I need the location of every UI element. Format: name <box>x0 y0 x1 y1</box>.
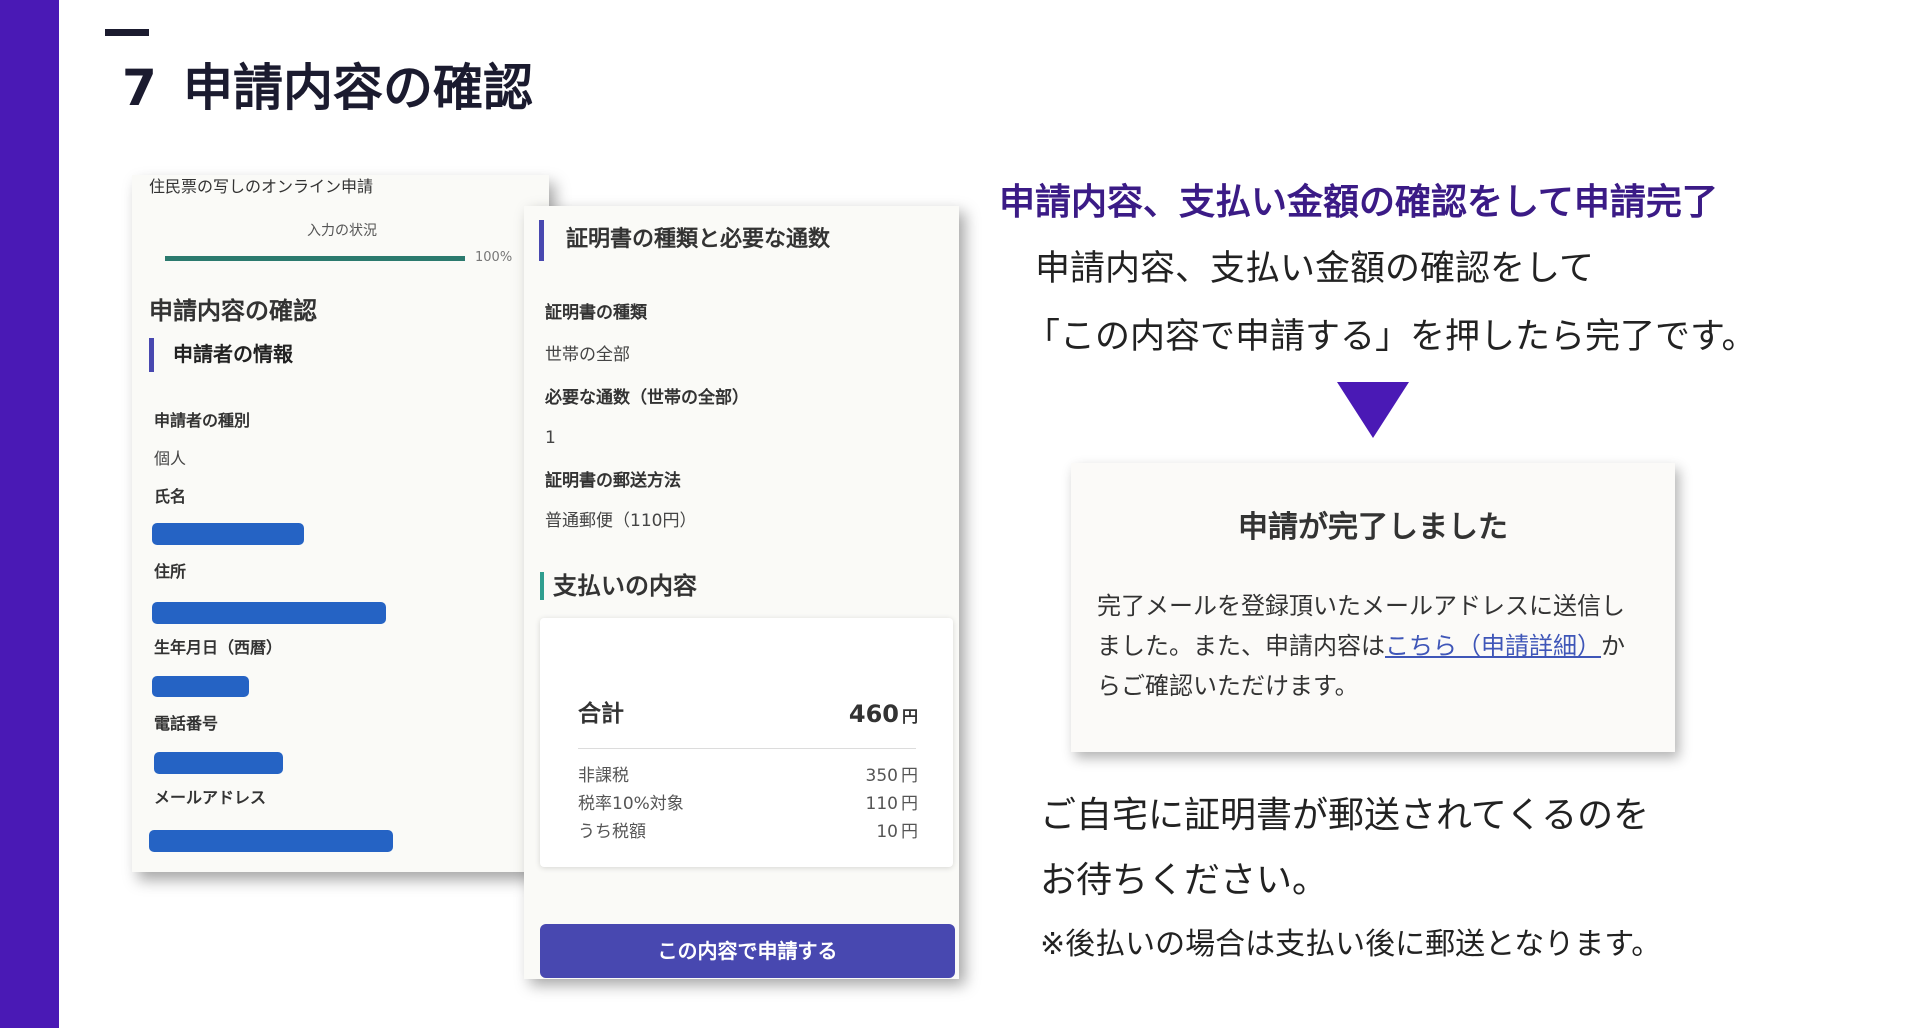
section-accent-bar <box>149 338 154 372</box>
progress-label: 入力の状況 <box>307 223 377 239</box>
breakdown-amount-value: 10 <box>876 822 898 842</box>
field-label-mail-method: 証明書の郵送方法 <box>545 471 681 491</box>
breakdown-label: うち税額 <box>578 822 646 842</box>
redacted-email <box>149 830 393 852</box>
explanation-line: 「この内容で申請する」を押したら完了です。 <box>1025 317 1757 357</box>
field-value-copies: 1 <box>545 428 556 448</box>
payment-accent-bar <box>540 572 544 600</box>
field-label-phone: 電話番号 <box>154 714 219 733</box>
down-triangle-icon <box>1337 382 1409 438</box>
breakdown-amount-unit: 円 <box>901 766 918 786</box>
breakdown-label: 非課税 <box>578 766 629 786</box>
completion-title: 申請が完了しました <box>1238 510 1508 545</box>
explanation-line: 申請内容、支払い金額の確認をして <box>1035 249 1594 289</box>
slide-number: 7 <box>122 59 157 117</box>
breakdown-amount-unit: 円 <box>901 794 918 814</box>
field-label-birthdate: 生年月日（西暦） <box>154 638 283 657</box>
redacted-address <box>152 602 386 624</box>
app-title: 住民票の写しのオンライン申請 <box>149 177 374 196</box>
title-dash <box>105 29 149 36</box>
sidebar-accent-bar <box>0 0 59 1028</box>
applicant-info-screenshot: 住民票の写しのオンライン申請 入力の状況 100% 申請内容の確認 申請者の情報… <box>132 175 549 872</box>
breakdown-amount: 350 円 <box>866 765 918 787</box>
section-heading: 申請者の情報 <box>173 342 293 366</box>
field-value-certificate-type: 世帯の全部 <box>545 345 630 365</box>
submit-application-button[interactable]: この内容で申請する <box>540 924 955 978</box>
field-label-copies: 必要な通数（世帯の全部） <box>545 388 749 408</box>
slide: 7 申請内容の確認 住民票の写しのオンライン申請 入力の状況 100% 申請内容… <box>0 0 1920 1028</box>
payment-summary-card: 合計 460 円 非課税 350 円 税率10%対象 110 円 うち税額 10 円 <box>540 618 953 867</box>
field-label-applicant-type: 申請者の種別 <box>154 411 251 430</box>
certificate-payment-screenshot: 証明書の種類と必要な通数 証明書の種類 世帯の全部 必要な通数（世帯の全部） 1… <box>524 206 959 979</box>
breakdown-label: 税率10%対象 <box>578 794 684 814</box>
redacted-name <box>152 523 304 545</box>
total-amount-value: 460 <box>848 700 899 728</box>
application-details-link[interactable]: こちら（申請詳細） <box>1385 632 1601 660</box>
slide-title: 申請内容の確認 <box>183 59 533 117</box>
closing-line: お待ちください。 <box>1040 860 1329 901</box>
step-headline: 申請内容、支払い金額の確認をして申請完了 <box>999 182 1718 223</box>
postpay-note: ※後払いの場合は支払い後に郵送となります。 <box>1040 927 1662 962</box>
progress-percent: 100% <box>475 250 513 265</box>
completion-message: 完了メールを登録頂いたメールアドレスに送信しました。また、申請内容はこちら（申請… <box>1097 586 1629 706</box>
progress-bar <box>165 256 465 261</box>
field-label-address: 住所 <box>154 562 187 581</box>
total-amount-unit: 円 <box>901 707 918 726</box>
payment-section-heading: 支払いの内容 <box>553 572 697 600</box>
breakdown-amount: 10 円 <box>876 821 918 843</box>
completion-card: 申請が完了しました 完了メールを登録頂いたメールアドレスに送信しました。また、申… <box>1071 463 1675 752</box>
divider <box>578 748 916 749</box>
closing-line: ご自宅に証明書が郵送されてくるのを <box>1040 795 1650 836</box>
total-label: 合計 <box>578 701 624 727</box>
redacted-phone <box>154 752 283 774</box>
page-heading: 申請内容の確認 <box>149 297 317 325</box>
field-label-certificate-type: 証明書の種類 <box>545 303 647 323</box>
section-accent-bar <box>539 220 544 261</box>
breakdown-amount-unit: 円 <box>901 822 918 842</box>
field-label-email: メールアドレス <box>154 788 267 807</box>
field-value-mail-method: 普通郵便（110円） <box>545 511 697 531</box>
certificate-section-heading: 証明書の種類と必要な通数 <box>566 227 831 252</box>
redacted-birthdate <box>152 676 249 697</box>
breakdown-amount-value: 110 <box>865 794 898 814</box>
progress-fill <box>165 256 465 261</box>
breakdown-amount-value: 350 <box>865 766 898 786</box>
total-amount: 460 円 <box>849 700 918 731</box>
breakdown-amount: 110 円 <box>866 793 918 815</box>
field-label-name: 氏名 <box>154 487 187 506</box>
field-value-applicant-type: 個人 <box>154 449 187 468</box>
